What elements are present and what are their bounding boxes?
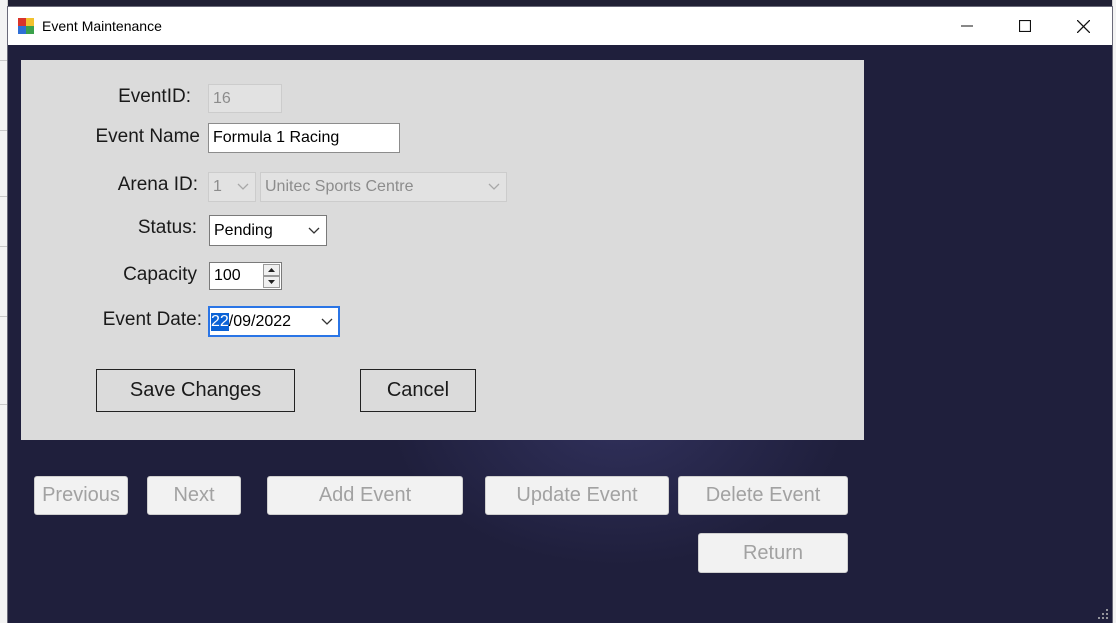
arena-id-value: 1	[213, 178, 222, 195]
status-label: Status:	[137, 217, 197, 238]
date-rest: /09/2022	[228, 312, 292, 330]
event-name-label: Event Name	[95, 126, 200, 147]
event-name-input[interactable]: Formula 1 Racing	[208, 123, 400, 153]
close-button[interactable]	[1054, 7, 1112, 45]
caret-up-icon	[268, 268, 275, 272]
chevron-down-icon	[308, 227, 320, 234]
chevron-down-icon	[237, 183, 249, 190]
event-id-label: EventID:	[118, 86, 191, 107]
window-title: Event Maintenance	[42, 18, 162, 34]
minimize-icon	[961, 25, 973, 27]
return-button[interactable]: Return	[698, 533, 848, 573]
caret-down-icon	[268, 280, 275, 284]
chevron-down-icon	[488, 183, 500, 190]
date-day-selected: 22	[211, 312, 229, 331]
background-window-left	[0, 0, 8, 623]
maximize-button[interactable]	[996, 7, 1054, 45]
minimize-button[interactable]	[938, 7, 996, 45]
next-button[interactable]: Next	[147, 476, 241, 515]
title-bar[interactable]: Event Maintenance	[8, 7, 1112, 45]
add-event-button[interactable]: Add Event	[267, 476, 463, 515]
spin-down-button[interactable]	[263, 276, 280, 288]
event-date-label: Event Date:	[102, 309, 202, 330]
chevron-down-icon	[321, 318, 333, 325]
app-icon	[18, 18, 34, 34]
capacity-stepper[interactable]: 100	[209, 262, 282, 290]
update-event-button[interactable]: Update Event	[485, 476, 669, 515]
event-date-picker[interactable]: 22/09/2022	[208, 306, 340, 337]
arena-id-combo: 1	[208, 172, 256, 202]
status-value: Pending	[214, 221, 273, 239]
previous-button[interactable]: Previous	[34, 476, 128, 515]
arena-name-value: Unitec Sports Centre	[265, 178, 414, 195]
delete-event-button[interactable]: Delete Event	[678, 476, 848, 515]
arena-id-label: Arena ID:	[117, 174, 198, 195]
spin-up-button[interactable]	[263, 264, 280, 276]
status-select[interactable]: Pending	[209, 215, 327, 246]
resize-grip-icon[interactable]	[1097, 608, 1109, 620]
background-window-right	[1112, 0, 1116, 623]
close-icon	[1076, 19, 1090, 33]
cancel-button[interactable]: Cancel	[360, 369, 476, 412]
save-changes-button[interactable]: Save Changes	[96, 369, 295, 412]
capacity-value: 100	[214, 267, 241, 284]
event-form-panel: EventID: 16 Event Name Formula 1 Racing …	[21, 60, 864, 440]
event-id-field: 16	[208, 84, 282, 113]
capacity-label: Capacity	[123, 264, 197, 285]
arena-name-combo: Unitec Sports Centre	[260, 172, 507, 202]
event-maintenance-window: Event Maintenance EventID: 16 Event Name…	[8, 7, 1112, 623]
maximize-icon	[1019, 20, 1031, 32]
